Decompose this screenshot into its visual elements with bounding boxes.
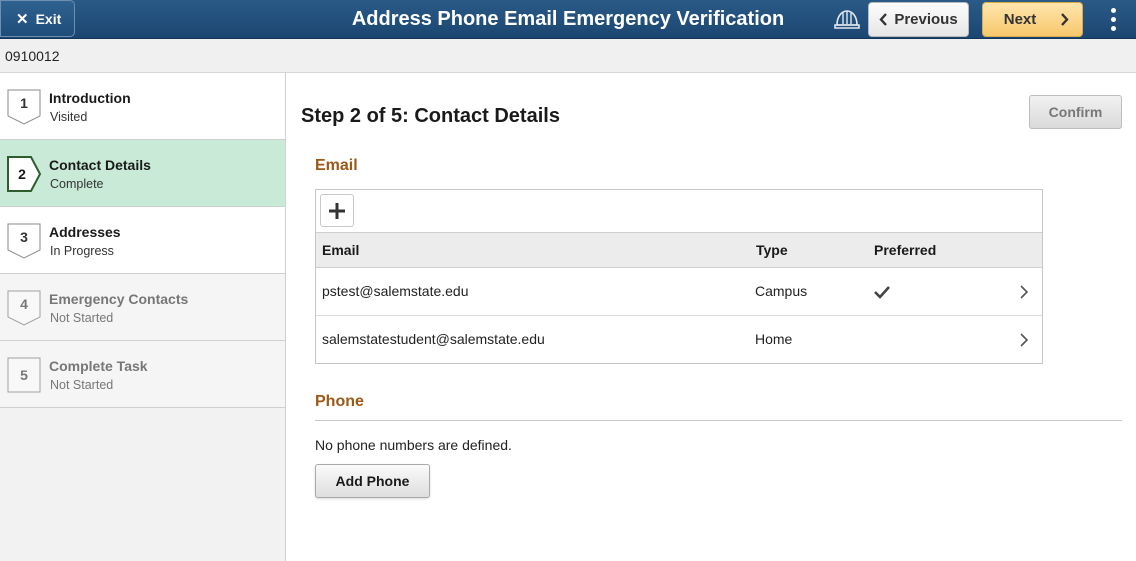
email-grid: Email Type Preferred pstest@salemstate.e… — [315, 189, 1043, 364]
step-label: Complete Task — [49, 358, 148, 374]
chevron-right-icon — [1020, 285, 1029, 299]
table-row[interactable]: pstest@salemstate.edu Campus — [316, 268, 1042, 316]
main-content: Step 2 of 5: Contact Details Confirm Ema… — [287, 73, 1136, 561]
close-icon: ✕ — [16, 10, 29, 28]
step-status: In Progress — [50, 244, 114, 258]
plus-icon — [329, 202, 345, 219]
chevron-right-icon — [1020, 333, 1029, 347]
step-badge-icon: 4 — [7, 290, 41, 326]
step-item-contact-details[interactable]: 2 Contact Details Complete — [0, 140, 285, 207]
column-header-type: Type — [756, 242, 788, 258]
step-badge-icon: 2 — [7, 156, 41, 192]
step-badge-icon: 5 — [7, 357, 41, 393]
add-phone-button[interactable]: Add Phone — [315, 464, 430, 498]
column-header-preferred: Preferred — [874, 242, 937, 258]
exit-button[interactable]: ✕ Exit — [0, 0, 75, 37]
email-section-title: Email — [315, 157, 358, 174]
step-item-addresses[interactable]: 3 Addresses In Progress — [0, 207, 285, 274]
step-status: Complete — [50, 177, 104, 191]
divider — [315, 420, 1122, 421]
step-item-introduction[interactable]: 1 Introduction Visited — [0, 73, 285, 140]
next-label: Next — [1003, 11, 1037, 28]
step-label: Introduction — [49, 90, 131, 106]
exit-label: Exit — [35, 10, 62, 27]
step-label: Addresses — [49, 224, 121, 240]
previous-button[interactable]: Previous — [868, 2, 969, 37]
table-row[interactable]: salemstatestudent@salemstate.edu Home — [316, 316, 1042, 364]
step-status: Visited — [50, 110, 88, 124]
svg-text:4: 4 — [20, 296, 28, 312]
app-header: ✕ Exit Address Phone Email Emergency Ver… — [0, 0, 1136, 39]
step-badge-icon: 3 — [7, 223, 41, 259]
helmet-icon[interactable] — [834, 8, 860, 30]
type-cell: Home — [755, 331, 793, 347]
svg-text:5: 5 — [20, 367, 28, 383]
kebab-menu-icon[interactable] — [1104, 6, 1122, 33]
phone-section-title: Phone — [315, 393, 364, 410]
checkmark-icon — [874, 286, 890, 299]
column-header-email: Email — [322, 242, 360, 258]
svg-text:2: 2 — [18, 166, 26, 182]
step-status: Not Started — [50, 378, 114, 392]
no-phone-message: No phone numbers are defined. — [315, 437, 512, 453]
id-bar: 0910012 — [0, 39, 1136, 73]
add-email-button[interactable] — [320, 194, 354, 227]
chevron-left-icon — [879, 13, 888, 26]
svg-text:1: 1 — [20, 95, 28, 111]
email-cell: pstest@salemstate.edu — [322, 283, 469, 299]
step-item-emergency-contacts[interactable]: 4 Emergency Contacts Not Started — [0, 274, 285, 341]
step-status: Not Started — [50, 311, 114, 325]
step-title: Step 2 of 5: Contact Details — [301, 105, 560, 127]
previous-label: Previous — [894, 11, 958, 28]
step-sidebar: 1 Introduction Visited 2 Contact Details… — [0, 73, 286, 561]
step-label: Contact Details — [49, 157, 151, 173]
chevron-right-icon — [1061, 13, 1069, 26]
svg-text:3: 3 — [20, 229, 28, 245]
id-text: 0910012 — [5, 48, 60, 64]
next-button[interactable]: Next — [982, 2, 1083, 37]
confirm-button[interactable]: Confirm — [1029, 95, 1122, 129]
email-cell: salemstatestudent@salemstate.edu — [322, 331, 545, 347]
step-item-complete-task[interactable]: 5 Complete Task Not Started — [0, 341, 285, 408]
step-badge-icon: 1 — [7, 89, 41, 125]
type-cell: Campus — [755, 283, 808, 299]
step-label: Emergency Contacts — [49, 291, 189, 307]
email-grid-header: Email Type Preferred — [316, 232, 1042, 268]
